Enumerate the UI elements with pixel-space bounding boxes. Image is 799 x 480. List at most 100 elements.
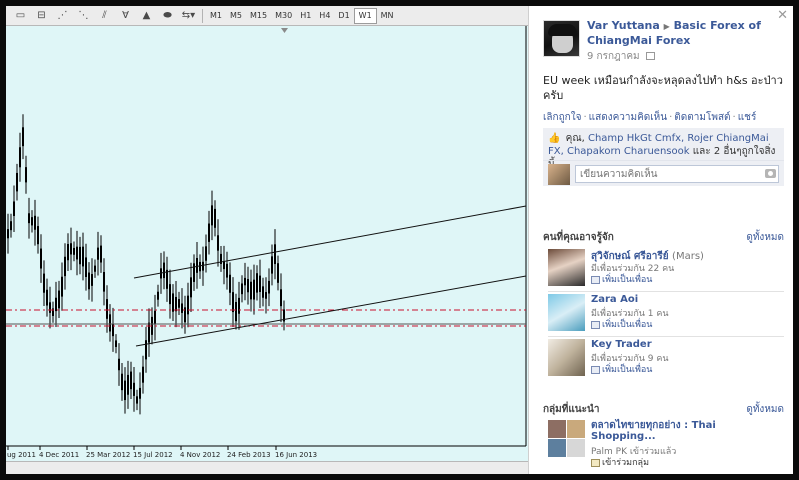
audience-icon[interactable] bbox=[645, 52, 655, 60]
timeframe-h1[interactable]: H1 bbox=[296, 8, 315, 24]
author-name-link[interactable]: Var Yuttana bbox=[587, 19, 660, 32]
candle-body bbox=[139, 387, 141, 399]
crosshair-icon[interactable]: ⊟ bbox=[31, 8, 52, 24]
candle-body bbox=[229, 274, 231, 293]
x-tick-label: 25 Mar 2012 bbox=[86, 451, 130, 459]
viewer-avatar bbox=[548, 164, 570, 185]
timeframe-m15[interactable]: M15 bbox=[246, 8, 271, 24]
arrows-dropdown-icon[interactable]: ⇆▾ bbox=[178, 8, 199, 24]
person-name[interactable]: Zara Aoi bbox=[591, 294, 638, 305]
people-you-may-know-header: คนที่คุณอาจรู้จัก ดูทั้งหมด bbox=[543, 230, 784, 245]
candle-body bbox=[163, 262, 165, 279]
person-avatar[interactable] bbox=[548, 249, 585, 286]
arrow-right-icon: ▶ bbox=[663, 22, 670, 31]
candle-body bbox=[196, 257, 198, 273]
candle-body bbox=[217, 235, 219, 251]
candle-body bbox=[277, 263, 279, 283]
person-name[interactable]: Key Trader bbox=[591, 339, 652, 350]
timeframe-d1[interactable]: D1 bbox=[334, 8, 353, 24]
candle-body bbox=[205, 246, 207, 261]
candle-body bbox=[238, 297, 240, 314]
groups-see-all-link[interactable]: ดูทั้งหมด bbox=[746, 402, 784, 417]
divider bbox=[548, 291, 784, 292]
suggested-groups-header: กลุ่มที่แนะนำ ดูทั้งหมด bbox=[543, 402, 784, 417]
add-friend-button[interactable]: เพิ่มเป็นเพื่อน bbox=[591, 317, 652, 331]
text-tool-icon[interactable]: Ɐ bbox=[115, 8, 136, 24]
candle-body bbox=[274, 244, 276, 265]
person-suggestion: สุวิจักษณ์ ศรีอารีย์ (Mars) มีเพื่อนร่วม… bbox=[548, 249, 784, 289]
timeframe-m5[interactable]: M5 bbox=[226, 8, 246, 24]
window-icon[interactable]: ▭ bbox=[10, 8, 31, 24]
candle-body bbox=[106, 299, 108, 319]
timeframe-h4[interactable]: H4 bbox=[315, 8, 334, 24]
candle-body bbox=[199, 261, 201, 272]
add-friend-button[interactable]: เพิ่มเป็นเพื่อน bbox=[591, 362, 652, 376]
candle-body bbox=[43, 273, 45, 293]
add-friend-button[interactable]: เพิ่มเป็นเพื่อน bbox=[591, 272, 652, 286]
photo-viewer: ▭ ⊟ ⋰ ⋱ ⫽ Ɐ ▲ ⬬ ⇆▾ M1 M5 M15 M30 H1 H4 D… bbox=[6, 6, 793, 474]
candle-body bbox=[202, 261, 204, 271]
camera-icon[interactable] bbox=[765, 169, 776, 178]
person-avatar[interactable] bbox=[548, 294, 585, 331]
people-see-all-link[interactable]: ดูทั้งหมด bbox=[746, 230, 784, 245]
candle-body bbox=[67, 243, 69, 261]
post-message: EU week เหมือนกำลังจะหลุดลงไปทำ h&s อะป่… bbox=[543, 74, 783, 102]
channel-icon[interactable]: ⫽ bbox=[94, 8, 115, 24]
candle-body bbox=[208, 223, 210, 242]
people-header-text: คนที่คุณอาจรู้จัก bbox=[543, 232, 614, 243]
join-group-button[interactable]: เข้าร่วมกลุ่ม bbox=[591, 455, 649, 469]
candle-body bbox=[7, 229, 9, 239]
candle-body bbox=[145, 340, 147, 360]
candle-body bbox=[25, 167, 27, 183]
share-link[interactable]: แชร์ bbox=[738, 112, 757, 123]
candle-body bbox=[133, 382, 135, 396]
candle-body bbox=[124, 380, 126, 401]
author-avatar[interactable] bbox=[543, 20, 580, 57]
timeframe-m30[interactable]: M30 bbox=[271, 8, 296, 24]
gann-fan-icon[interactable]: ⋱ bbox=[73, 8, 94, 24]
candle-body bbox=[97, 247, 99, 260]
comment-input[interactable] bbox=[575, 165, 779, 183]
timeframe-mn[interactable]: MN bbox=[377, 8, 398, 24]
candle-body bbox=[118, 358, 120, 371]
group-member-avatar bbox=[567, 420, 585, 438]
candle-body bbox=[73, 247, 75, 255]
thumbs-up-icon: 👍 bbox=[548, 133, 561, 144]
group-name-link[interactable]: ตลาดไทขายทุกอย่าง : Thai Shopping... bbox=[591, 420, 781, 442]
candle-body bbox=[181, 303, 183, 313]
post-date-text[interactable]: 9 กรกฎาคม bbox=[587, 51, 640, 62]
group-avatar-grid[interactable] bbox=[548, 420, 585, 457]
candle-body bbox=[40, 248, 42, 269]
candle-body bbox=[31, 217, 33, 226]
candle-body bbox=[265, 292, 267, 299]
unlike-link[interactable]: เลิกถูกใจ bbox=[543, 112, 581, 123]
person-name-text[interactable]: Zara Aoi bbox=[591, 294, 638, 305]
candle-body bbox=[130, 371, 132, 390]
group-member-avatar bbox=[548, 420, 566, 438]
candle-body bbox=[94, 265, 96, 272]
candle-body bbox=[232, 292, 234, 313]
triangle-icon[interactable]: ▲ bbox=[136, 8, 157, 24]
post-header: Var Yuttana ▶ Basic Forex of ChiangMai F… bbox=[587, 19, 783, 48]
candle-body bbox=[115, 340, 117, 347]
add-friend-icon bbox=[591, 275, 600, 284]
follow-post-link[interactable]: ติดตามโพสต์ bbox=[674, 112, 730, 123]
ellipse-icon[interactable]: ⬬ bbox=[157, 8, 178, 24]
person-avatar[interactable] bbox=[548, 339, 585, 376]
comment-link[interactable]: แสดงความคิดเห็น bbox=[589, 112, 667, 123]
timeframe-w1[interactable]: W1 bbox=[353, 7, 377, 24]
candle-body bbox=[88, 272, 90, 290]
add-friend-icon bbox=[591, 320, 600, 329]
candle-body bbox=[280, 289, 282, 307]
liker-name-link[interactable]: Champ HkGt Cmfx, bbox=[588, 133, 684, 144]
separator-dot: · bbox=[583, 112, 587, 123]
candle-body bbox=[91, 274, 93, 286]
liker-name-link[interactable]: Chapakorn Charuensook bbox=[567, 146, 690, 157]
person-name-text[interactable]: Key Trader bbox=[591, 339, 652, 350]
candle-body bbox=[61, 276, 63, 297]
timeframe-m1[interactable]: M1 bbox=[206, 8, 226, 24]
fibonacci-icon[interactable]: ⋰ bbox=[52, 8, 73, 24]
candle-body bbox=[253, 279, 255, 300]
chart-photo: ▭ ⊟ ⋰ ⋱ ⫽ Ɐ ▲ ⬬ ⇆▾ M1 M5 M15 M30 H1 H4 D… bbox=[6, 6, 528, 474]
candle-body bbox=[37, 226, 39, 245]
